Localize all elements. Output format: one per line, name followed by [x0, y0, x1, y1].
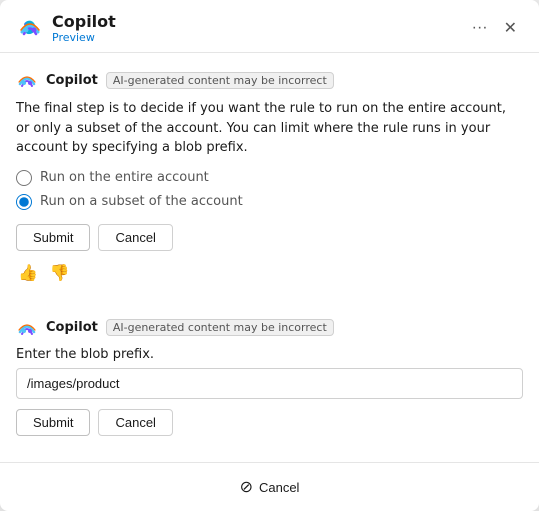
copilot-logo-header [16, 14, 44, 42]
close-button[interactable]: ✕ [498, 14, 523, 42]
cancel-button-1[interactable]: Cancel [98, 224, 172, 251]
content-area[interactable]: Copilot AI-generated content may be inco… [0, 53, 539, 462]
ai-badge-1: AI-generated content may be incorrect [106, 72, 334, 89]
radio-group-1: Run on the entire account Run on a subse… [16, 170, 523, 210]
title-actions: ··· ✕ [466, 14, 523, 42]
thumbs-down-button[interactable]: 👎 [48, 261, 72, 285]
submit-button-1[interactable]: Submit [16, 224, 90, 251]
feedback-row-1: 👍 👎 [16, 261, 523, 285]
input-label-2: Enter the blob prefix. [16, 347, 523, 362]
thumbs-up-icon: 👍 [18, 265, 38, 282]
radio-subset-account[interactable]: Run on a subset of the account [16, 194, 523, 210]
cancel-button-2[interactable]: Cancel [98, 409, 172, 436]
radio-subset-account-input[interactable] [16, 194, 32, 210]
message-1-text: The final step is to decide if you want … [16, 99, 523, 158]
message-1: Copilot AI-generated content may be inco… [16, 69, 523, 301]
dialog: Copilot Preview ··· ✕ [0, 0, 539, 511]
ellipsis-icon: ··· [472, 19, 488, 37]
app-title: Copilot [52, 12, 116, 31]
bottom-cancel-button[interactable]: ⊘ Cancel [232, 473, 308, 501]
radio-entire-account-label: Run on the entire account [40, 170, 209, 185]
ai-badge-2: AI-generated content may be incorrect [106, 319, 334, 336]
radio-entire-account[interactable]: Run on the entire account [16, 170, 523, 186]
radio-subset-account-label: Run on a subset of the account [40, 194, 243, 209]
blob-prefix-input[interactable] [16, 368, 523, 399]
message-1-buttons: Submit Cancel [16, 224, 523, 251]
submit-button-2[interactable]: Submit [16, 409, 90, 436]
thumbs-down-icon: 👎 [50, 265, 70, 282]
message-1-header: Copilot AI-generated content may be inco… [16, 69, 523, 91]
copilot-logo-msg2 [16, 317, 38, 339]
message-2-buttons: Submit Cancel [16, 409, 523, 436]
radio-entire-account-input[interactable] [16, 170, 32, 186]
message-2-header: Copilot AI-generated content may be inco… [16, 317, 523, 339]
close-icon: ✕ [504, 18, 517, 38]
cancel-circle-icon: ⊘ [240, 477, 253, 497]
copilot-logo-msg1 [16, 69, 38, 91]
thumbs-up-button[interactable]: 👍 [16, 261, 40, 285]
bottom-cancel-label: Cancel [259, 480, 299, 495]
sender-name-2: Copilot [46, 320, 98, 335]
message-2: Copilot AI-generated content may be inco… [16, 317, 523, 446]
sender-name-1: Copilot [46, 73, 98, 88]
more-button[interactable]: ··· [466, 15, 494, 41]
title-bar: Copilot Preview ··· ✕ [0, 0, 539, 53]
bottom-bar: ⊘ Cancel [0, 462, 539, 511]
app-subtitle: Preview [52, 31, 116, 44]
title-text: Copilot Preview [52, 12, 116, 44]
